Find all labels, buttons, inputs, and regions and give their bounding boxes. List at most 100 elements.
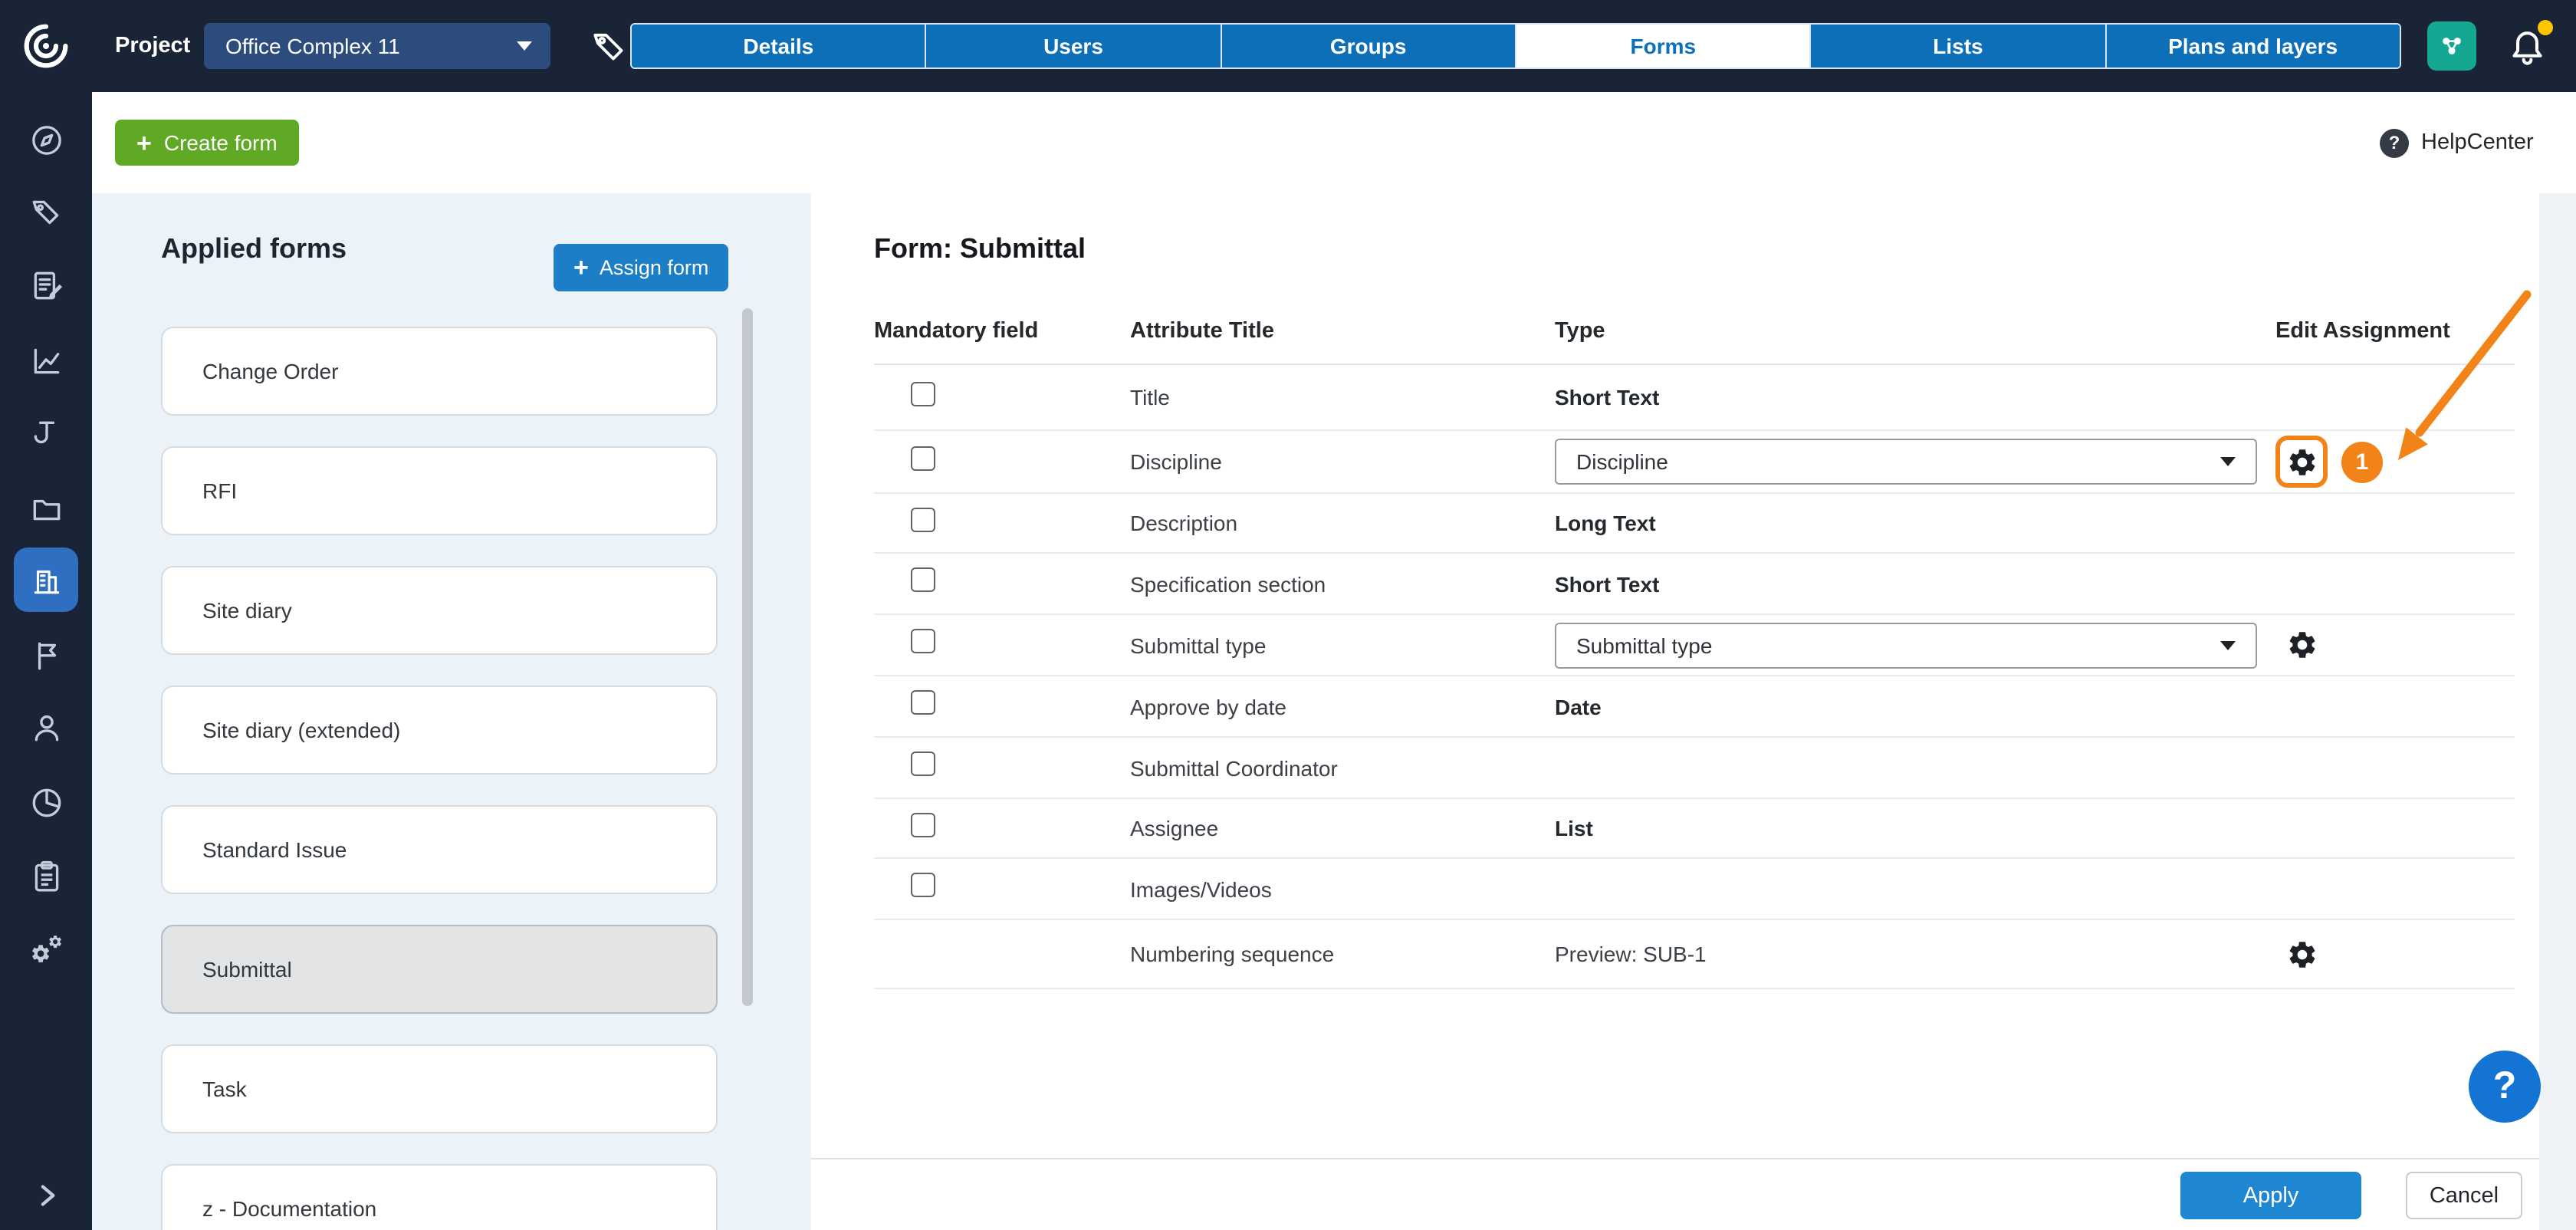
page-background-strip xyxy=(2539,193,2576,1230)
form-card-rfi[interactable]: RFI xyxy=(161,446,718,535)
table-row: Title Short Text xyxy=(874,365,2515,431)
cancel-button[interactable]: Cancel xyxy=(2406,1172,2522,1219)
form-card-z-documentation[interactable]: z - Documentation xyxy=(161,1164,718,1230)
floating-help-button[interactable]: ? xyxy=(2469,1051,2541,1123)
sidebar-item-settings[interactable] xyxy=(14,917,78,982)
apply-button[interactable]: Apply xyxy=(2180,1172,2361,1219)
clipboard-icon xyxy=(28,858,64,893)
header-edit-assignment: Edit Assignment xyxy=(2275,318,2515,343)
mandatory-checkbox[interactable] xyxy=(911,446,935,470)
attribute-title: Title xyxy=(1130,385,1555,409)
sidebar-item-forms[interactable] xyxy=(14,253,78,317)
form-card-submittal[interactable]: Submittal xyxy=(161,925,718,1014)
form-card-label: Site diary xyxy=(202,598,292,623)
attribute-title: Numbering sequence xyxy=(1130,942,1555,966)
applied-forms-panel: Applied forms + Assign form Change Order… xyxy=(92,193,811,1230)
header-type: Type xyxy=(1555,318,2275,343)
edit-assignment-gear-button[interactable] xyxy=(2277,620,2326,669)
editor-footer-bar: Apply Cancel xyxy=(811,1158,2539,1230)
mandatory-checkbox[interactable] xyxy=(911,812,935,837)
form-editor-panel: Form: Submittal Mandatory field Attribut… xyxy=(811,193,2539,1230)
table-row: Description Long Text xyxy=(874,494,2515,554)
help-center-label: HelpCenter xyxy=(2421,130,2534,155)
sidebar-item-checklists[interactable] xyxy=(14,844,78,908)
field-type: Date xyxy=(1555,694,2275,719)
table-row: Discipline Discipline 1 xyxy=(874,431,2515,494)
sidebar-item-issues[interactable] xyxy=(14,623,78,687)
annotation-highlight-box xyxy=(2275,436,2328,488)
assign-form-label: Assign form xyxy=(600,256,709,279)
help-center-link[interactable]: ? HelpCenter xyxy=(2380,120,2534,166)
tag-icon[interactable] xyxy=(589,26,629,66)
tab-users[interactable]: Users xyxy=(927,25,1222,67)
sidebar-item-equipment[interactable] xyxy=(14,402,78,466)
sidebar-item-tags[interactable] xyxy=(14,179,78,244)
person-icon xyxy=(28,709,64,745)
network-icon xyxy=(2436,31,2467,61)
panel-scrollbar-thumb[interactable] xyxy=(742,308,753,1006)
sidebar-item-documents[interactable] xyxy=(14,475,78,540)
sidebar-item-statistics[interactable] xyxy=(14,770,78,834)
discipline-type-dropdown[interactable]: Discipline xyxy=(1555,439,2257,485)
compass-icon xyxy=(28,122,64,157)
building-icon xyxy=(28,562,64,597)
chevron-down-icon xyxy=(2220,457,2236,466)
sidebar-item-users[interactable] xyxy=(14,695,78,759)
tab-details[interactable]: Details xyxy=(632,25,927,67)
dropdown-value: Submittal type xyxy=(1576,633,1712,657)
tab-plans-and-layers[interactable]: Plans and layers xyxy=(2106,25,2400,67)
create-form-label: Create form xyxy=(164,130,278,155)
question-mark-glyph: ? xyxy=(2493,1064,2517,1109)
tab-groups[interactable]: Groups xyxy=(1221,25,1516,67)
form-card-site-diary-extended[interactable]: Site diary (extended) xyxy=(161,686,718,775)
create-form-button[interactable]: + Create form xyxy=(115,120,299,166)
form-card-label: Change Order xyxy=(202,359,338,383)
form-card-change-order[interactable]: Change Order xyxy=(161,327,718,416)
sidebar-expand-button[interactable] xyxy=(14,1163,78,1227)
table-row: Numbering sequence Preview: SUB-1 xyxy=(874,920,2515,989)
field-type: Short Text xyxy=(1555,571,2275,596)
sidebar-item-projects[interactable] xyxy=(14,548,78,612)
attribute-title: Submittal Coordinator xyxy=(1130,755,1555,780)
mandatory-checkbox[interactable] xyxy=(911,507,935,531)
form-card-task[interactable]: Task xyxy=(161,1044,718,1133)
tab-forms[interactable]: Forms xyxy=(1516,25,1812,67)
plus-icon: + xyxy=(573,255,589,281)
annotation-step-badge: 1 xyxy=(2341,441,2383,482)
mandatory-checkbox[interactable] xyxy=(911,567,935,592)
hook-icon xyxy=(28,416,64,452)
mandatory-checkbox[interactable] xyxy=(911,873,935,897)
project-selector-dropdown[interactable]: Office Complex 11 xyxy=(204,23,550,69)
form-card-site-diary[interactable]: Site diary xyxy=(161,566,718,655)
form-card-standard-issue[interactable]: Standard Issue xyxy=(161,805,718,894)
sidebar-item-reports[interactable] xyxy=(14,328,78,393)
project-label: Project xyxy=(115,0,190,92)
tab-lists[interactable]: Lists xyxy=(1812,25,2107,67)
integrations-button[interactable] xyxy=(2427,21,2476,71)
table-row: Specification section Short Text xyxy=(874,554,2515,615)
plus-icon: + xyxy=(136,130,152,156)
mandatory-checkbox[interactable] xyxy=(911,690,935,715)
gear-icon xyxy=(2285,629,2318,661)
form-card-label: RFI xyxy=(202,479,237,503)
mandatory-checkbox[interactable] xyxy=(911,381,935,406)
field-type: Short Text xyxy=(1555,385,2275,409)
field-type: List xyxy=(1555,816,2275,840)
edit-assignment-gear-button[interactable] xyxy=(2282,442,2321,482)
edit-assignment-gear-button[interactable] xyxy=(2277,929,2326,978)
page-toolbar: + Create form ? HelpCenter xyxy=(92,92,2576,193)
form-editor-title: Form: Submittal xyxy=(874,233,1086,265)
mandatory-checkbox[interactable] xyxy=(911,629,935,653)
table-row: Submittal Coordinator xyxy=(874,738,2515,799)
sidebar-item-dashboard[interactable] xyxy=(14,107,78,172)
submittal-type-dropdown[interactable]: Submittal type xyxy=(1555,622,2257,668)
mandatory-checkbox[interactable] xyxy=(911,751,935,776)
table-row: Submittal type Submittal type xyxy=(874,615,2515,676)
assign-form-button[interactable]: + Assign form xyxy=(554,244,728,291)
left-nav-rail xyxy=(0,0,92,1230)
dropdown-value: Discipline xyxy=(1576,449,1668,474)
attribute-title: Images/Videos xyxy=(1130,876,1555,901)
folder-icon xyxy=(28,490,64,525)
table-row: Images/Videos xyxy=(874,859,2515,920)
table-row: Assignee List xyxy=(874,799,2515,859)
